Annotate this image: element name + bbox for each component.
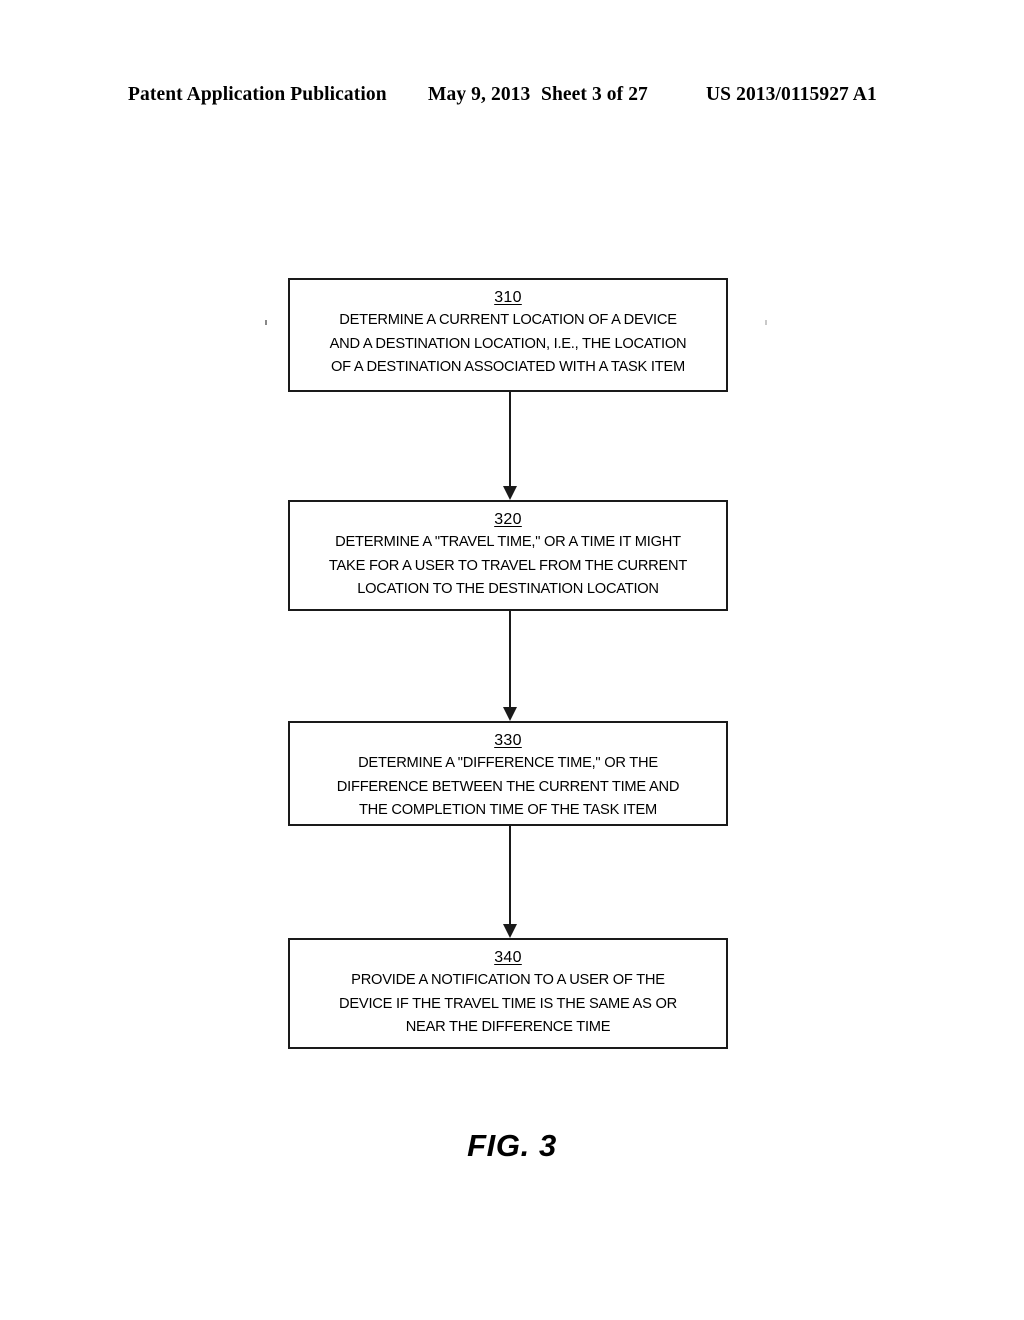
connector-stem xyxy=(509,392,511,488)
step-text-310: DETERMINE A CURRENT LOCATION OF A DEVICE… xyxy=(298,308,719,379)
connector-stem xyxy=(509,826,511,926)
step-text-320: DETERMINE A "TRAVEL TIME," OR A TIME IT … xyxy=(298,530,719,601)
step-text-340: PROVIDE A NOTIFICATION TO A USER OF THE … xyxy=(298,968,719,1039)
step-reference-numeral-320: 320 xyxy=(494,511,522,528)
step-text-line: PROVIDE A NOTIFICATION TO A USER OF THE xyxy=(351,971,665,988)
flowchart-diagram: 310 DETERMINE A CURRENT LOCATION OF A DE… xyxy=(0,0,1024,1320)
flowchart-step-340: 340 PROVIDE A NOTIFICATION TO A USER OF … xyxy=(288,938,728,1049)
scan-artifact-dot-right xyxy=(765,320,767,325)
step-text-line: DIFFERENCE BETWEEN THE CURRENT TIME AND xyxy=(336,777,680,795)
step-text-line: DETERMINE A "TRAVEL TIME," OR A TIME IT … xyxy=(335,533,681,550)
step-text-line: DEVICE IF THE TRAVEL TIME IS THE SAME AS… xyxy=(339,994,677,1012)
step-text-line: DETERMINE A CURRENT LOCATION OF A DEVICE xyxy=(339,311,677,328)
step-reference-numeral-340: 340 xyxy=(494,949,522,966)
figure-caption: FIG. 3 xyxy=(467,1128,557,1163)
scan-artifact-dot-left xyxy=(265,320,267,325)
step-text-line: THE COMPLETION TIME OF THE TASK ITEM xyxy=(358,801,658,818)
step-text-line: AND A DESTINATION LOCATION, I.E., THE LO… xyxy=(329,334,687,352)
step-text-line: TAKE FOR A USER TO TRAVEL FROM THE CURRE… xyxy=(328,556,688,574)
step-text-330: DETERMINE A "DIFFERENCE TIME," OR THE DI… xyxy=(298,751,719,822)
arrowhead-icon xyxy=(503,486,517,500)
step-text-line: LOCATION TO THE DESTINATION LOCATION xyxy=(357,580,659,597)
connector-stem xyxy=(509,611,511,709)
connector-arrow-310-to-320 xyxy=(503,392,517,500)
step-reference-numeral-330: 330 xyxy=(494,732,522,749)
arrowhead-icon xyxy=(503,707,517,721)
flowchart-step-310: 310 DETERMINE A CURRENT LOCATION OF A DE… xyxy=(288,278,728,392)
arrowhead-icon xyxy=(503,924,517,938)
step-text-line: DETERMINE A "DIFFERENCE TIME," OR THE xyxy=(358,754,658,771)
step-reference-numeral-310: 310 xyxy=(494,289,522,306)
connector-arrow-320-to-330 xyxy=(503,611,517,721)
step-text-line: OF A DESTINATION ASSOCIATED WITH A TASK … xyxy=(331,358,685,375)
step-text-line: NEAR THE DIFFERENCE TIME xyxy=(405,1018,611,1035)
connector-arrow-330-to-340 xyxy=(503,826,517,938)
flowchart-step-320: 320 DETERMINE A "TRAVEL TIME," OR A TIME… xyxy=(288,500,728,611)
flowchart-step-330: 330 DETERMINE A "DIFFERENCE TIME," OR TH… xyxy=(288,721,728,826)
